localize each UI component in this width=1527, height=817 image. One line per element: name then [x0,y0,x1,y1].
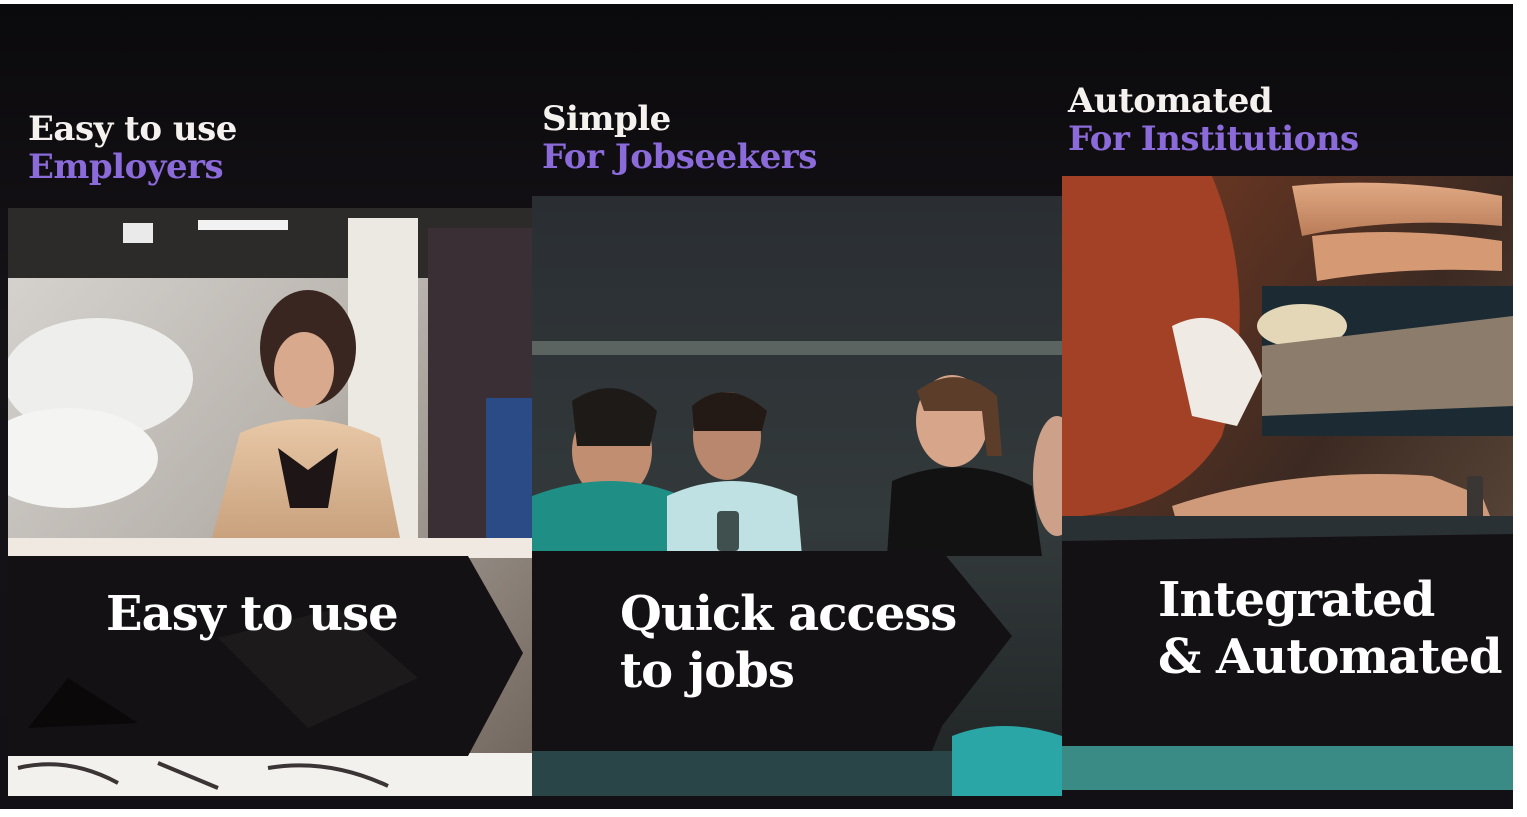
institutions-audience: For Institutions [1068,119,1359,160]
employers-audience: Employers [28,147,224,188]
jobseekers-audience: For Jobseekers [542,137,817,178]
employers-header: Easy to use Employers [28,110,237,186]
employers-caption-line-1: Easy to use [106,586,399,642]
institutions-photo-panel [1062,176,1513,790]
employers-photo-panel [8,208,532,796]
jobseekers-caption-line-2: to jobs [620,642,795,699]
right-edge [1513,0,1527,817]
slide: Easy to use Employers Easy to use Simple… [0,0,1527,817]
jobseekers-header: Simple For Jobseekers [542,100,817,176]
institutions-caption-line-2: & Automated [1158,628,1503,685]
top-edge [0,0,1527,4]
employers-caption: Easy to use [106,586,399,643]
hands-working-on-shoe-soles-photo [1062,176,1513,790]
jobseekers-caption-line-1: Quick access [620,586,957,642]
jobseekers-caption: Quick access to jobs [620,586,957,699]
group-of-young-people-talking-photo [532,196,1062,796]
employers-heading: Easy to use [28,109,237,149]
woman-working-at-sewing-table-photo [8,208,532,796]
institutions-caption: Integrated & Automated [1158,572,1503,685]
bottom-edge [0,809,1527,817]
jobseekers-photo-panel [532,196,1062,796]
institutions-header: Automated For Institutions [1068,82,1359,158]
institutions-heading: Automated [1068,81,1273,121]
jobseekers-heading: Simple [542,99,671,139]
institutions-caption-line-1: Integrated [1158,572,1435,628]
